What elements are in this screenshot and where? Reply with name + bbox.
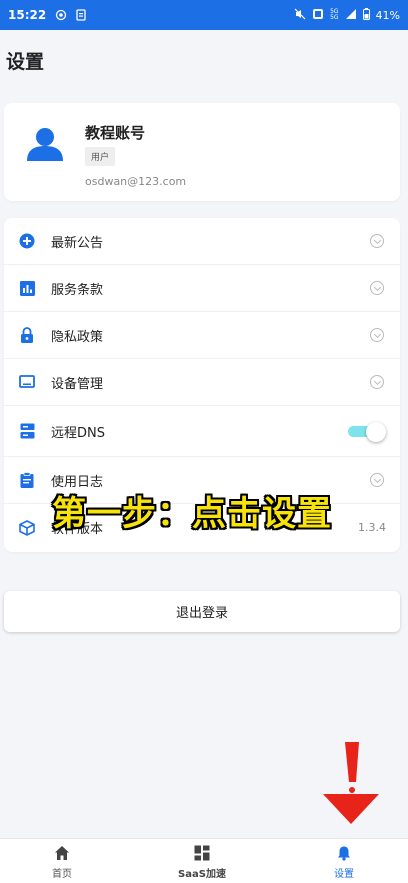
menu-item-privacy[interactable]: 隐私政策 [4,312,400,359]
arrow-down-icon [323,740,379,824]
menu-label: 服务条款 [51,282,104,298]
menu-label: 最新公告 [51,235,104,251]
tutorial-overlay-text: 第一步：点击设置 [52,494,332,534]
mute-icon [294,8,306,23]
plus-circle-icon [19,233,35,249]
bar-chart-icon [19,280,35,296]
chevron-down-icon [370,328,384,342]
account-name: 教程账号 [85,124,146,142]
nav-settings-label: 设置 [334,868,354,880]
location-icon [54,8,68,22]
remote-dns-toggle[interactable] [348,422,386,442]
chevron-down-icon [370,234,384,248]
status-time: 15:22 [8,8,47,22]
chevron-down-icon [370,473,384,487]
monitor-icon [19,374,35,390]
dashboard-icon [193,844,211,862]
account-email: osdwan@123.com [85,175,187,188]
avatar-icon [26,125,64,163]
role-badge: 用户 [85,147,116,166]
page-title: 设置 [6,51,45,73]
status-bar: 15:22 5G 5G 41% [0,0,408,30]
clipboard-icon [19,472,35,488]
chevron-down-icon [370,281,384,295]
menu-label: 远程DNS [51,425,105,441]
signal-icon [345,8,357,23]
document-icon [74,8,88,22]
server-icon [19,423,35,439]
nav-home-label: 首页 [52,868,72,880]
nav-saas-label: SaaS加速 [178,868,226,880]
nfc-icon [312,8,324,23]
toggle-knob [366,422,386,442]
menu-label: 隐私政策 [51,329,104,345]
home-icon [53,844,71,862]
menu-item-devices[interactable]: 设备管理 [4,359,400,406]
battery-level: 41% [375,8,400,22]
menu-item-announcements[interactable]: 最新公告 [4,218,400,265]
version-value: 1.3.4 [358,521,386,534]
network-type: 5G 5G [330,8,339,21]
menu-label: 设备管理 [51,376,104,392]
bell-icon [335,844,353,862]
logout-button[interactable]: 退出登录 [4,591,400,632]
chevron-down-icon [370,375,384,389]
battery-icon [362,7,370,23]
bottom-nav: 首页 SaaS加速 设置 [0,838,408,883]
nav-saas[interactable]: SaaS加速 [163,839,241,883]
nav-settings[interactable]: 设置 [322,839,366,883]
nav-home[interactable]: 首页 [40,839,84,883]
menu-item-remote-dns[interactable]: 远程DNS [4,406,400,457]
lock-icon [19,327,35,343]
profile-card[interactable]: 教程账号 用户 osdwan@123.com [4,103,400,201]
menu-item-terms[interactable]: 服务条款 [4,265,400,312]
cube-icon [19,519,35,536]
